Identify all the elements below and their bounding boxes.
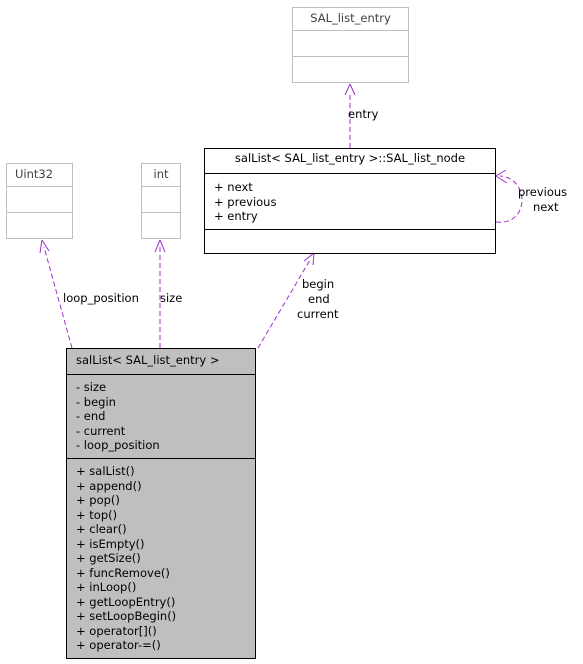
attribute-item: - loop_position xyxy=(76,438,160,452)
class-sal-list-entry[interactable]: SAL_list_entry xyxy=(292,7,409,83)
method-item: + top() xyxy=(76,507,118,522)
attributes-section: + next + previous + entry xyxy=(205,173,495,229)
method-item: + setLoopBegin() xyxy=(76,609,177,623)
edge-begin-end-current xyxy=(257,259,311,349)
attribute-item: + previous xyxy=(214,194,277,209)
method-item: + pop() xyxy=(76,493,120,507)
method-item: + operator-=() xyxy=(76,638,161,652)
methods-section: + salList() + append() + pop() + top() +… xyxy=(67,458,255,653)
class-int[interactable]: int xyxy=(141,163,181,239)
class-title: salList< SAL_list_entry > xyxy=(76,353,220,367)
class-sal-list-node[interactable]: salList< SAL_list_entry >::SAL_list_node… xyxy=(204,148,496,254)
edge-label-current: current xyxy=(297,307,339,321)
attribute-item: - current xyxy=(76,423,126,438)
method-item: + append() xyxy=(76,478,142,493)
method-item: + inLoop() xyxy=(76,580,137,594)
arrow-begin-icon xyxy=(303,252,315,266)
edge-label-next: next xyxy=(533,200,559,214)
class-title: Uint32 xyxy=(15,167,54,181)
edge-label-begin: begin xyxy=(302,277,335,291)
arrow-loop-position-icon xyxy=(39,239,50,254)
methods-section xyxy=(205,229,495,253)
attribute-item: + next xyxy=(214,180,253,194)
class-title: salList< SAL_list_entry >::SAL_list_node xyxy=(234,151,466,165)
class-title: int xyxy=(153,167,169,181)
attributes-section xyxy=(7,186,72,212)
edge-label-end: end xyxy=(308,292,330,306)
methods-section xyxy=(293,56,408,82)
methods-section xyxy=(7,212,72,238)
attributes-section: - size - begin - end - current - loop_po… xyxy=(67,374,255,458)
class-uint32[interactable]: Uint32 xyxy=(6,163,73,239)
edge-label-size: size xyxy=(160,291,183,305)
method-item: + salList() xyxy=(76,464,135,478)
edge-label-previous: previous xyxy=(518,185,568,199)
method-item: + funcRemove() xyxy=(76,565,170,580)
method-item: + clear() xyxy=(76,522,127,536)
attribute-item: - end xyxy=(76,409,106,423)
attributes-section xyxy=(293,30,408,56)
class-sal-list[interactable]: salList< SAL_list_entry > - size - begin… xyxy=(66,348,256,659)
method-item: + operator[]() xyxy=(76,623,157,638)
method-item: + isEmpty() xyxy=(76,536,145,551)
arrow-entry-icon xyxy=(344,83,356,96)
class-title: SAL_list_entry xyxy=(310,11,391,25)
method-item: + getSize() xyxy=(76,551,141,565)
attributes-section xyxy=(142,186,180,212)
methods-section xyxy=(142,212,180,238)
attribute-item: + entry xyxy=(214,209,258,223)
attribute-item: - begin xyxy=(76,394,116,409)
attribute-item: - size xyxy=(76,380,107,394)
edge-label-loop-position: loop_position xyxy=(63,291,139,305)
method-item: + getLoopEntry() xyxy=(76,594,176,609)
edge-label-entry: entry xyxy=(348,107,379,121)
